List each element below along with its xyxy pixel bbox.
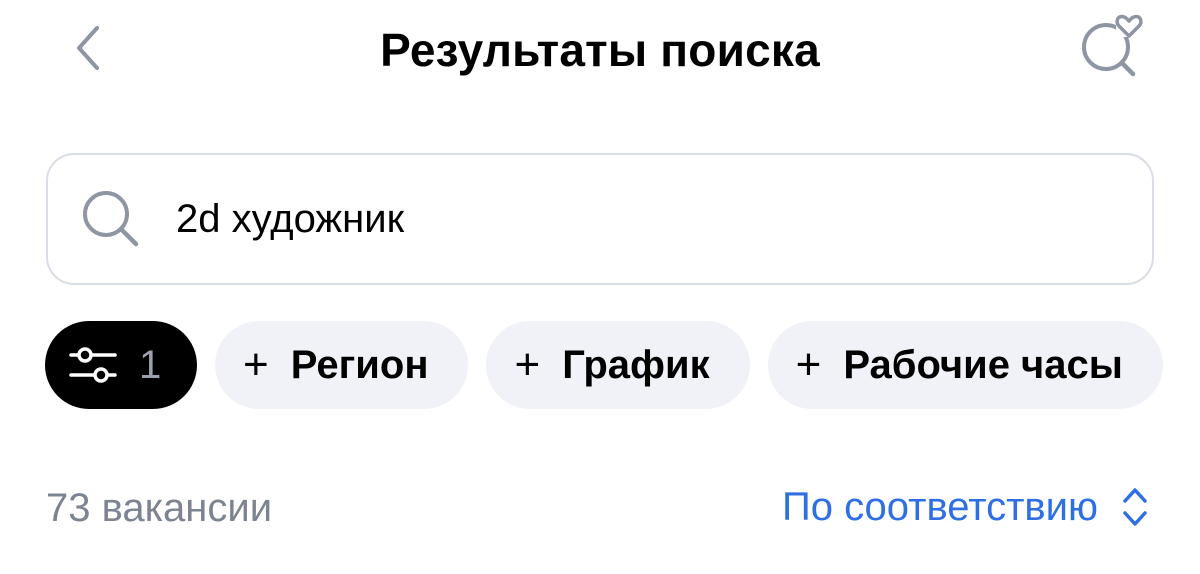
filters-button[interactable]: 1 (45, 321, 197, 409)
saved-search-button[interactable] (1074, 8, 1152, 80)
chip-label: График (562, 343, 710, 387)
chip-region[interactable]: + Регион (215, 321, 469, 409)
chip-schedule[interactable]: + График (486, 321, 750, 409)
search-input-value[interactable]: 2d художник (176, 199, 404, 239)
sort-label: По соответствию (782, 485, 1098, 529)
search-field[interactable]: 2d художник (46, 153, 1154, 285)
search-heart-icon (1082, 13, 1143, 77)
active-filters-count: 1 (139, 343, 162, 387)
chip-label: Рабочие часы (843, 343, 1123, 387)
search-icon (78, 186, 144, 252)
page-title: Результаты поиска (380, 24, 820, 76)
search-results-screen: Результаты поиска 2d художник 1 + Регион… (0, 0, 1200, 574)
chevron-up-down-icon (1120, 484, 1150, 530)
sort-dropdown[interactable]: По соответствию (782, 484, 1150, 530)
plus-icon: + (795, 340, 822, 389)
filter-chips: 1 + Регион + График + Рабочие часы (45, 321, 1163, 409)
plus-icon: + (514, 340, 541, 389)
chip-label: Регион (290, 343, 429, 387)
chip-working-hours[interactable]: + Рабочие часы (767, 321, 1163, 409)
plus-icon: + (243, 340, 269, 389)
results-count: 73 вакансии (46, 486, 273, 530)
sliders-icon (69, 347, 117, 383)
